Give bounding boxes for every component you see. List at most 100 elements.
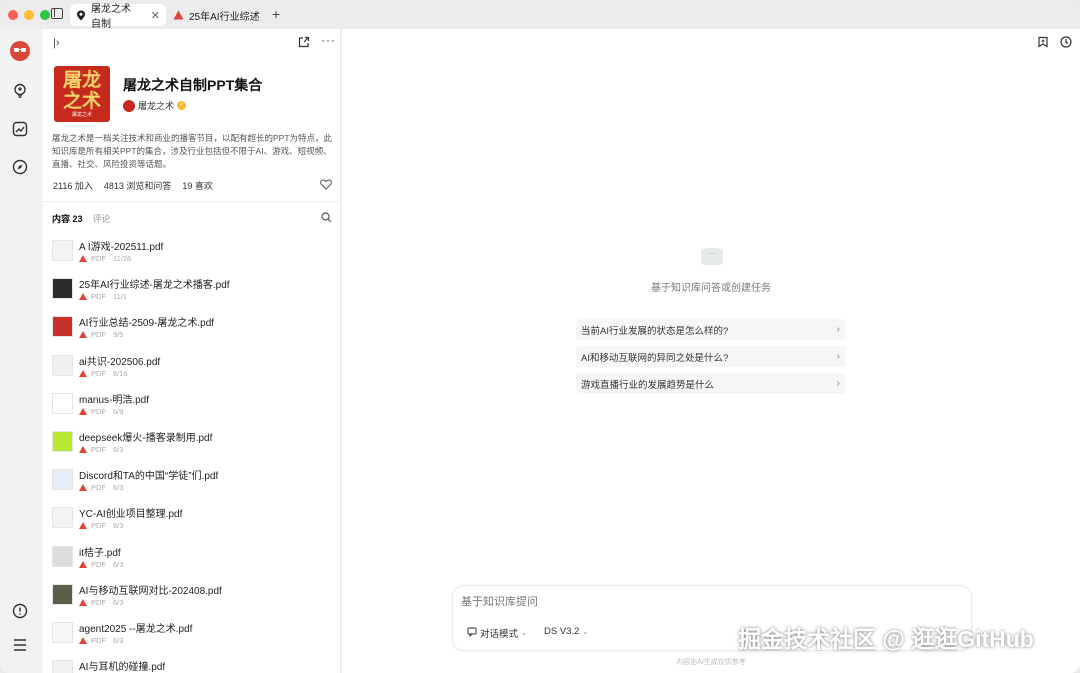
pdf-icon <box>79 255 87 262</box>
sidebar-toggle-icon[interactable] <box>51 8 63 19</box>
knowledge-base-cover: 屠龙之术 屠龙之术 <box>54 66 110 122</box>
author-info[interactable]: 屠龙之术 ✓ <box>123 99 187 112</box>
file-date: 6/9 <box>113 406 124 416</box>
file-name: deepseek爆火-播客录制用.pdf <box>79 432 213 444</box>
file-meta: PDF 6/3 <box>79 598 123 607</box>
suggestion-text: AI和移动互联网的异同之处是什么? <box>581 352 729 364</box>
file-meta: PDF 6/3 <box>79 483 123 492</box>
model-selector[interactable]: DS V3.2 ⌄ <box>544 626 588 637</box>
file-date: 6/3 <box>113 635 124 645</box>
chart-icon[interactable] <box>11 120 29 138</box>
pdf-icon <box>79 407 87 415</box>
maximize-window-button[interactable] <box>40 9 50 20</box>
compass-icon[interactable] <box>11 158 29 176</box>
list-item[interactable]: A I游戏-202511.pdf PDF 11/26 <box>52 238 337 276</box>
list-item[interactable]: Discord和TA的中国“学徒”们.pdf PDF 6/3 <box>52 467 337 505</box>
chevron-down-icon: ⌄ <box>521 630 527 637</box>
list-item[interactable]: deepseek爆火-播客录制用.pdf PDF 6/3 <box>52 429 337 467</box>
minimize-window-button[interactable] <box>24 9 34 20</box>
likes-count: 19 喜欢 <box>182 181 213 191</box>
tab-knowledge-base[interactable]: 屠龙之术自制 ✕ <box>70 4 166 30</box>
title-bar: 屠龙之术自制 ✕ 25年AI行业综述-屠 + <box>0 0 1080 30</box>
file-meta: PDF 11/26 <box>79 254 131 263</box>
file-thumbnail <box>52 354 73 376</box>
collapse-panel-icon[interactable]: |› <box>53 37 60 49</box>
file-meta: PDF 9/5 <box>79 330 123 339</box>
file-meta: PDF 6/3 <box>79 445 123 454</box>
suggestion-text: 当前AI行业发展的状态是怎么样的? <box>581 325 729 337</box>
file-type: PDF <box>91 254 106 263</box>
list-item[interactable]: agent2025 --屠龙之术.pdf PDF 6/3 <box>52 620 337 658</box>
list-item[interactable]: 25年AI行业综述-屠龙之术播客.pdf PDF 11/1 <box>52 276 337 314</box>
file-type: PDF <box>91 292 106 302</box>
list-item[interactable]: AI与移动互联网对比-202408.pdf PDF 6/3 <box>52 582 337 620</box>
history-icon[interactable] <box>1060 36 1072 48</box>
file-date: 11/26 <box>113 254 132 263</box>
search-icon[interactable] <box>321 212 332 226</box>
user-avatar[interactable] <box>10 41 30 61</box>
question-input[interactable] <box>461 596 941 608</box>
file-thumbnail <box>52 507 73 529</box>
mode-label: 对话模式 <box>480 629 519 640</box>
file-type: PDF <box>91 330 106 340</box>
author-avatar <box>123 99 135 112</box>
pdf-icon <box>79 560 87 568</box>
suggestion-item[interactable]: AI和移动互联网的异同之处是什么? › <box>576 346 846 367</box>
help-icon[interactable] <box>11 602 29 620</box>
list-item[interactable]: ai共识-202506.pdf PDF 6/16 <box>52 353 337 391</box>
file-type: PDF <box>91 597 106 607</box>
content-tabs: 内容 23 评论 <box>52 212 111 225</box>
file-name: Discord和TA的中国“学徒”们.pdf <box>79 471 219 483</box>
new-tab-plus-icon[interactable]: + <box>272 6 280 22</box>
file-thumbnail <box>52 660 73 673</box>
joined-count: 2116 加入 <box>53 181 93 191</box>
file-name: it桔子.pdf <box>79 547 121 559</box>
app-window: 屠龙之术自制 ✕ 25年AI行业综述-屠 + <box>0 0 1080 673</box>
tab-pdf-document[interactable]: 25年AI行业综述-屠 <box>167 4 265 26</box>
file-name: agent2025 --屠龙之术.pdf <box>79 623 193 635</box>
chevron-right-icon: › <box>836 324 840 335</box>
file-thumbnail <box>52 430 73 452</box>
tab-comments[interactable]: 评论 <box>93 212 111 225</box>
lightbulb-icon[interactable] <box>11 82 29 100</box>
empty-state-hint: 基于知识库问答或创建任务 <box>651 283 771 294</box>
chevron-right-icon: › <box>836 351 840 362</box>
share-icon[interactable] <box>298 36 310 51</box>
knowledge-base-description: 屠龙之术是一档关注技术和商业的播客节目，以配有超长的PPT为特点，此知识库是所有… <box>52 133 333 169</box>
file-name: AI与耳机的碰撞.pdf <box>79 662 166 673</box>
list-item[interactable]: AI与耳机的碰撞.pdfPDF <box>52 658 337 673</box>
file-type: PDF <box>91 635 106 645</box>
file-type: PDF <box>91 483 106 493</box>
file-type: PDF <box>91 368 106 378</box>
chevron-right-icon: › <box>836 378 840 389</box>
tab-content[interactable]: 内容 23 <box>52 212 83 225</box>
close-icon[interactable]: ✕ <box>151 9 160 22</box>
file-meta: PDF 6/9 <box>79 407 123 416</box>
suggestion-item[interactable]: 当前AI行业发展的状态是怎么样的? › <box>576 319 846 340</box>
ai-disclaimer: 内容由AI生成仅供参考 <box>676 659 746 666</box>
watermark: 掘金技术社区 @ 逛逛GitHub <box>738 626 1034 652</box>
menu-icon[interactable] <box>11 636 29 654</box>
knowledge-base-panel: |› ··· 屠龙之术 屠龙之术 屠龙之术自制PPT集合 屠龙之术 ✓ 屠龙之术… <box>43 29 341 673</box>
file-type: PDF <box>91 406 106 416</box>
file-name: ai共识-202506.pdf <box>79 356 161 368</box>
file-thumbnail <box>52 621 73 643</box>
model-label: DS V3.2 <box>544 626 580 637</box>
tab-label: 25年AI行业综述-屠 <box>189 11 259 23</box>
list-item[interactable]: AI行业总结-2509-屠龙之术.pdf PDF 9/5 <box>52 314 337 352</box>
file-date: 6/3 <box>113 597 124 607</box>
file-type: PDF <box>91 559 106 569</box>
heart-icon[interactable] <box>320 179 332 193</box>
bookmark-icon[interactable] <box>1037 36 1049 48</box>
list-item[interactable]: YC-AI创业项目整理.pdf PDF 6/3 <box>52 505 337 543</box>
suggestion-item[interactable]: 游戏直播行业的发展趋势是什么 › <box>576 373 846 394</box>
pdf-icon <box>79 293 87 301</box>
list-item[interactable]: it桔子.pdf PDF 6/3 <box>52 544 337 582</box>
file-type: PDF <box>91 444 106 454</box>
more-options-icon[interactable]: ··· <box>321 33 336 47</box>
file-name: manus-明浩.pdf <box>79 394 150 406</box>
close-window-button[interactable] <box>8 9 18 20</box>
chevron-down-icon: ⌄ <box>582 628 589 636</box>
mode-selector[interactable]: 对话模式 ⌄ <box>467 626 527 640</box>
list-item[interactable]: manus-明浩.pdf PDF 6/9 <box>52 391 337 429</box>
